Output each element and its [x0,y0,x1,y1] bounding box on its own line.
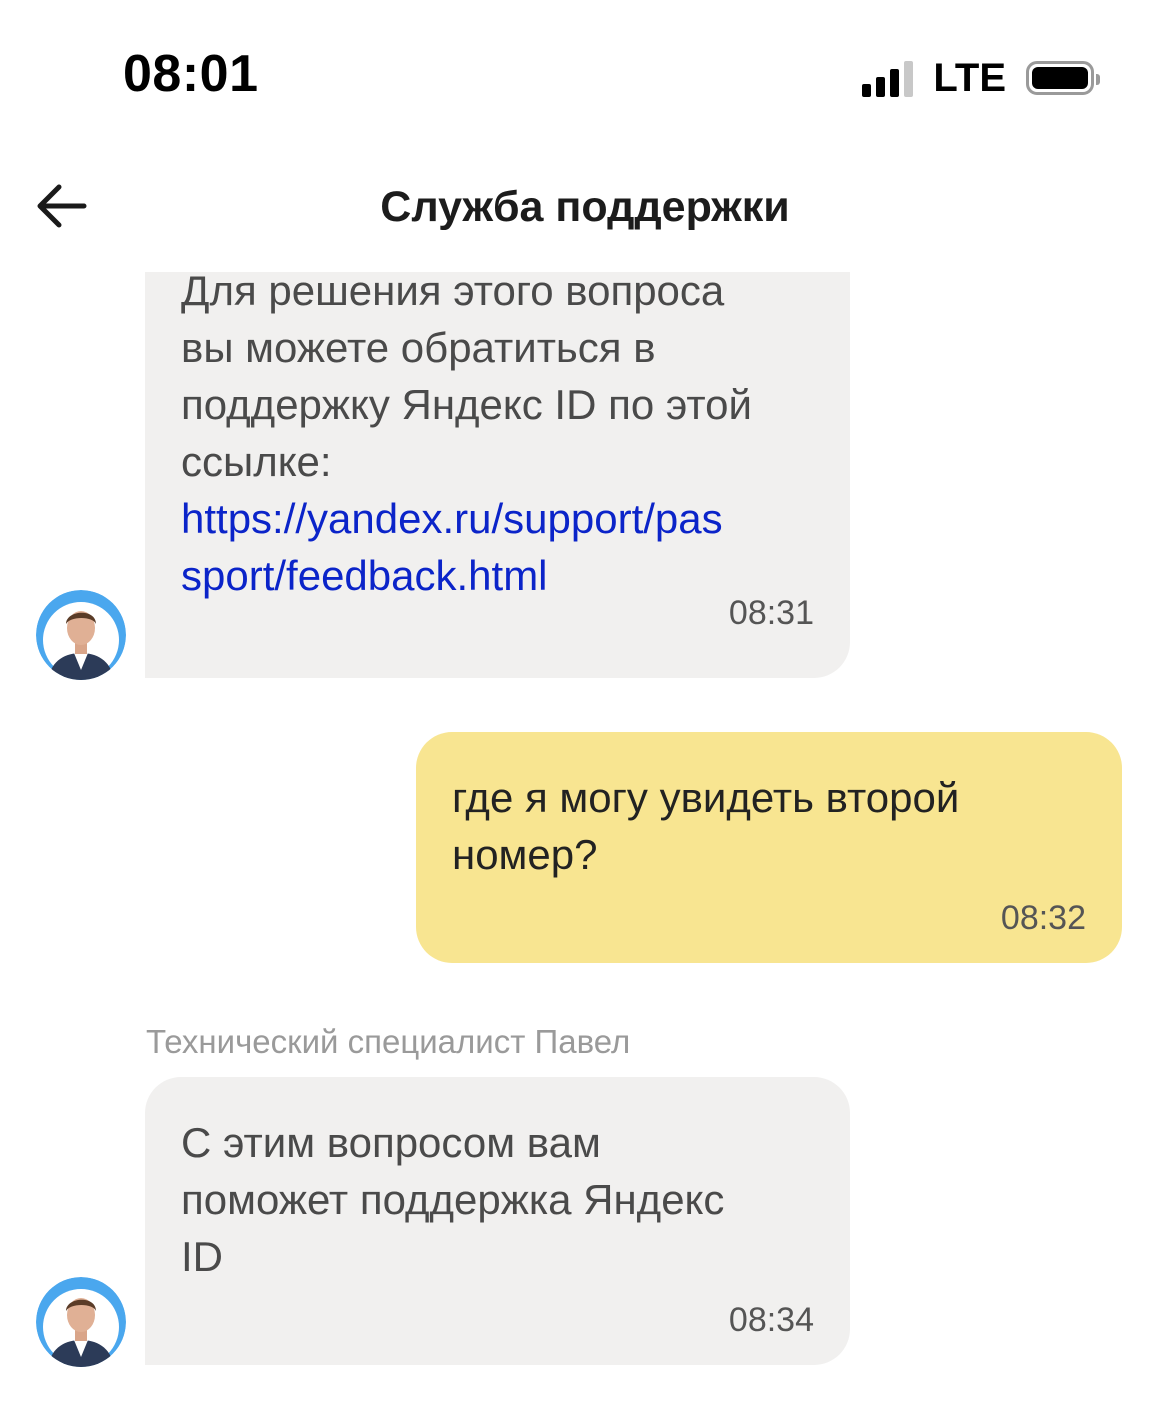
signal-icon [862,59,914,97]
incoming-message[interactable]: Для решения этого вопроса вы можете обра… [145,272,850,678]
message-text: где я могу увидеть второй номер? [452,774,960,878]
status-indicators: LTE [862,56,1100,100]
message-text: С этим вопросом вам поможет поддержка Ян… [181,1119,725,1280]
outgoing-message[interactable]: где я могу увидеть второй номер? 08:32 [416,732,1122,963]
status-time: 08:01 [123,45,259,103]
message-time: 08:32 [1000,899,1086,937]
message-text: Для решения этого вопроса вы можете обра… [181,272,752,485]
sender-name: Технический специалист Павел [146,1023,631,1060]
message-time: 08:34 [728,1301,814,1339]
page-title: Служба поддержки [380,183,790,231]
network-type: LTE [933,56,1006,100]
incoming-message[interactable]: С этим вопросом вам поможет поддержка Ян… [145,1077,850,1365]
support-link[interactable]: https://yandex.ru/support/pas sport/feed… [181,490,850,604]
message-time: 08:31 [728,594,814,632]
battery-icon [1026,61,1100,95]
agent-avatar [36,590,126,680]
chat-messages[interactable]: Для решения этого вопроса вы можете обра… [0,272,1170,1415]
agent-avatar [36,1277,126,1367]
